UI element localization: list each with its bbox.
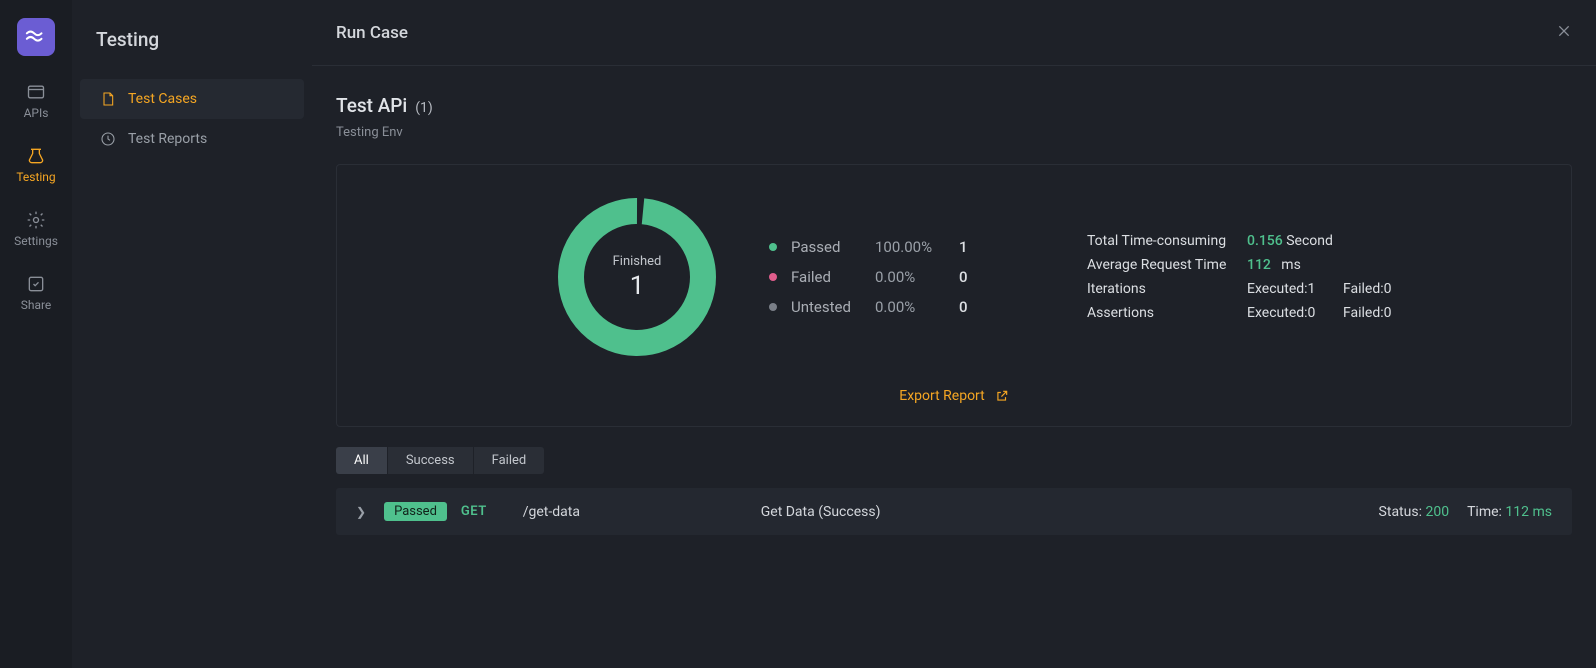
case-count: (1) <box>415 100 433 116</box>
testing-icon <box>26 146 46 166</box>
result-status: Status: 200 <box>1379 504 1450 520</box>
metric-total-time: Total Time-consuming 0.156 Second <box>1087 233 1392 249</box>
sidebar-item-label: Test Reports <box>128 131 207 147</box>
filter-tab-failed[interactable]: Failed <box>474 447 545 474</box>
chevron-right-icon[interactable]: ❯ <box>356 505 366 519</box>
page-title: Run Case <box>336 23 408 43</box>
metrics: Total Time-consuming 0.156 Second Averag… <box>1087 233 1392 321</box>
sidebar-item-label: Test Cases <box>128 91 197 107</box>
metric-assertions: Assertions Executed:0Failed:0 <box>1087 305 1392 321</box>
filter-tabs: All Success Failed <box>336 447 1572 474</box>
rail-item-share[interactable]: Share <box>0 274 72 312</box>
main-header: Run Case <box>312 0 1596 66</box>
nav-rail: APIs Testing Settings Share <box>0 0 72 668</box>
rail-label: Share <box>21 298 52 312</box>
result-name: Get Data (Success) <box>761 504 1361 520</box>
sidebar-item-test-cases[interactable]: Test Cases <box>80 79 304 119</box>
rail-item-settings[interactable]: Settings <box>0 210 72 248</box>
metric-iterations: Iterations Executed:1Failed:0 <box>1087 281 1392 297</box>
export-report-button[interactable]: Export Report <box>899 388 1008 404</box>
logo-icon <box>25 26 47 48</box>
rail-label: Testing <box>16 170 55 184</box>
apis-icon <box>26 82 46 102</box>
case-heading: Test APi (1) <box>336 94 1572 117</box>
file-icon <box>100 91 116 107</box>
filter-tab-success[interactable]: Success <box>388 447 474 474</box>
http-method: GET <box>461 504 487 519</box>
request-path: /get-data <box>523 504 743 520</box>
export-label: Export Report <box>899 388 984 404</box>
main-panel: Run Case Test APi (1) Testing Env Finish… <box>312 0 1596 668</box>
clock-icon <box>100 131 116 147</box>
external-link-icon <box>995 389 1009 403</box>
result-time: Time: 112 ms <box>1467 504 1552 520</box>
dot-icon <box>769 273 777 281</box>
sidebar-title: Testing <box>72 20 312 79</box>
status-badge: Passed <box>384 502 447 521</box>
dot-icon <box>769 303 777 311</box>
case-name: Test APi <box>336 94 407 117</box>
rail-item-testing[interactable]: Testing <box>0 146 72 184</box>
result-row[interactable]: ❯ Passed GET /get-data Get Data (Success… <box>336 488 1572 535</box>
legend-untested: Untested 0.00% 0 <box>769 298 979 316</box>
donut-chart: Finished 1 <box>553 193 721 361</box>
rail-item-apis[interactable]: APIs <box>0 82 72 120</box>
env-name: Testing Env <box>336 125 1572 140</box>
filter-tab-all[interactable]: All <box>336 447 388 474</box>
sidebar-item-test-reports[interactable]: Test Reports <box>80 119 304 159</box>
summary-panel: Finished 1 Passed 100.00% 1 Failed <box>336 164 1572 427</box>
app-logo <box>17 18 55 56</box>
donut-value: 1 <box>630 271 645 301</box>
metric-avg-time: Average Request Time 112 ms <box>1087 257 1392 273</box>
dot-icon <box>769 243 777 251</box>
legend-passed: Passed 100.00% 1 <box>769 238 979 256</box>
donut-label: Finished <box>613 254 662 269</box>
content: Test APi (1) Testing Env Finished 1 <box>312 66 1596 668</box>
sidebar: Testing Test Cases Test Reports <box>72 0 312 668</box>
close-icon <box>1556 23 1572 39</box>
rail-label: APIs <box>24 106 49 120</box>
settings-icon <box>26 210 46 230</box>
legend-failed: Failed 0.00% 0 <box>769 268 979 286</box>
legend: Passed 100.00% 1 Failed 0.00% 0 Untested… <box>769 238 979 316</box>
close-button[interactable] <box>1556 23 1572 43</box>
share-icon <box>26 274 46 294</box>
rail-label: Settings <box>14 234 58 248</box>
